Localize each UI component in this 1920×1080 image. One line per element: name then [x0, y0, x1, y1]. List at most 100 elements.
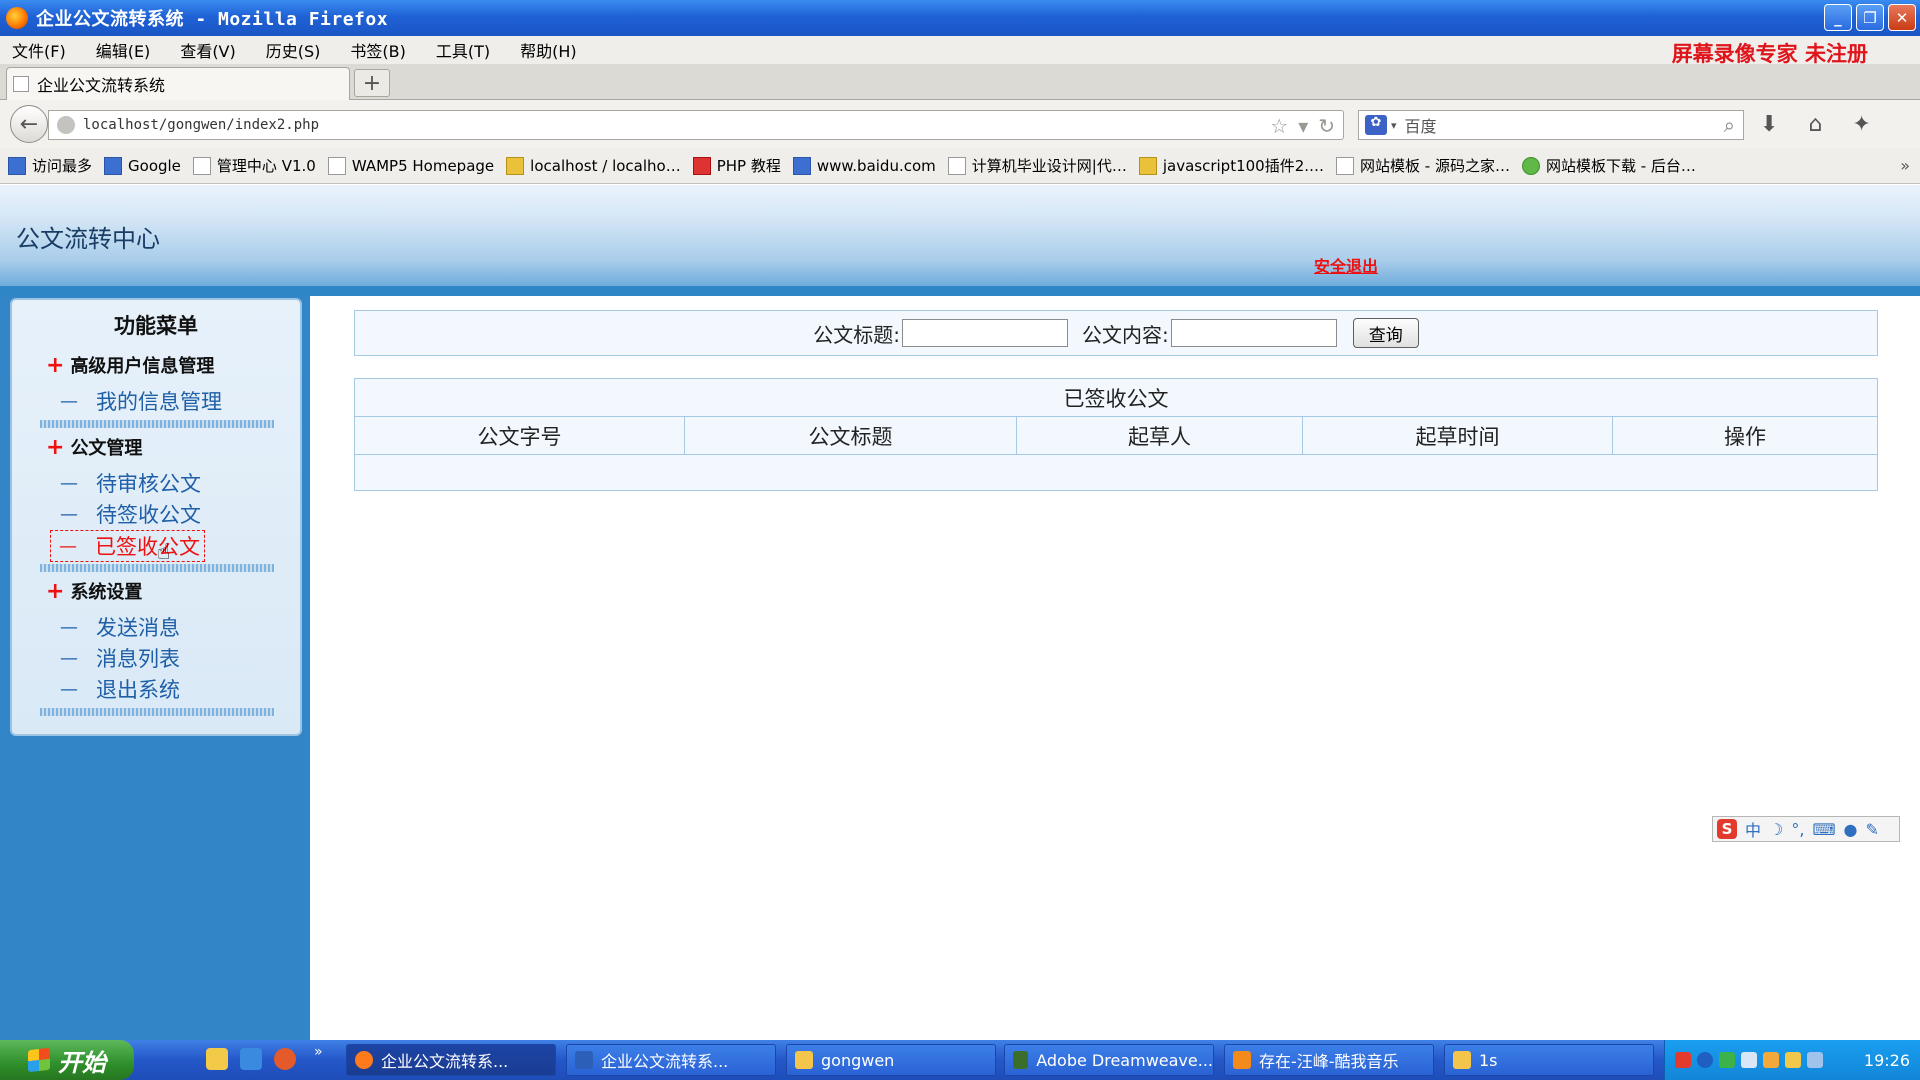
wrench-icon[interactable]: ✎	[1866, 820, 1879, 839]
url-actions: ☆ ▾ ↻	[1270, 114, 1335, 138]
plus-icon: +	[46, 579, 65, 604]
column-draft-time: 起草时间	[1302, 416, 1613, 455]
sogou-icon[interactable]: S	[1717, 819, 1737, 839]
table-empty-row	[355, 455, 1878, 491]
url-bar[interactable]: localhost/gongwen/index2.php ☆ ▾ ↻	[48, 110, 1344, 140]
logout-link[interactable]: 安全退出	[1314, 253, 1378, 277]
page-title: 公文流转中心	[16, 225, 160, 253]
volume-icon[interactable]	[1807, 1052, 1823, 1068]
new-tab-button[interactable]: +	[354, 69, 390, 97]
restore-button[interactable]: ❐	[1856, 4, 1884, 31]
task-dreamweaver[interactable]: Adobe Dreamweave...	[1004, 1044, 1214, 1076]
dropdown-icon[interactable]: ▾	[1298, 114, 1308, 138]
bookmark-javascript100[interactable]: javascript100插件2.…	[1138, 155, 1324, 176]
plus-icon: +	[46, 435, 65, 460]
bookmark-admin-center[interactable]: 管理中心 V1.0	[192, 155, 316, 176]
header-divider	[0, 286, 1920, 296]
column-actions: 操作	[1612, 416, 1878, 455]
keyboard-icon[interactable]: ⌨	[1812, 820, 1835, 839]
tab-active[interactable]: 企业公文流转系统	[6, 67, 350, 100]
windows-logo-icon	[28, 1047, 50, 1073]
display-icon[interactable]	[1741, 1052, 1757, 1068]
sidebar-item-pending-review[interactable]: — 待审核公文	[60, 468, 201, 498]
chevron-down-icon[interactable]: ▾	[1391, 119, 1397, 132]
sidebar-item-received[interactable]: — 已签收公文	[50, 530, 205, 562]
minimize-button[interactable]: _	[1824, 4, 1852, 31]
sidebar-item-exit[interactable]: — 退出系统	[60, 674, 180, 704]
baidu-icon	[792, 156, 811, 175]
sidebar-item-my-info[interactable]: — 我的信息管理	[60, 386, 222, 416]
start-button[interactable]: 开始	[0, 1040, 134, 1080]
network-icon[interactable]	[1719, 1052, 1735, 1068]
window-title: 企业公文流转系统 - Mozilla Firefox	[36, 9, 389, 30]
task-1s-folder[interactable]: 1s	[1444, 1044, 1654, 1076]
user-icon[interactable]	[1785, 1052, 1801, 1068]
bookmark-website-templates[interactable]: 网站模板 - 源码之家…	[1336, 155, 1510, 176]
chevron-right-icon[interactable]: »	[314, 1044, 323, 1060]
moon-icon[interactable]: ☽	[1769, 820, 1783, 839]
column-doc-title: 公文标题	[684, 416, 1017, 455]
table-header-row: 公文字号 公文标题 起草人 起草时间 操作	[354, 416, 1878, 455]
bookmark-graduation-design[interactable]: 计算机毕业设计网|代…	[947, 155, 1127, 176]
sidebar-divider	[40, 564, 274, 572]
chevron-right-icon[interactable]: »	[1900, 156, 1910, 175]
content-search-input[interactable]	[1170, 319, 1337, 347]
search-engine-name[interactable]: 百度	[1405, 113, 1437, 137]
bookmark-most-visited[interactable]: 访问最多	[8, 155, 92, 176]
menu-file[interactable]: 文件(F)	[12, 38, 66, 62]
reload-icon[interactable]: ↻	[1318, 114, 1335, 138]
quick-launch-add-icon[interactable]	[206, 1048, 228, 1070]
menu-tools[interactable]: 工具(T)	[436, 38, 490, 62]
ime-language[interactable]: 中	[1745, 817, 1761, 841]
sogou-icon[interactable]	[1675, 1052, 1691, 1068]
chevron-left-icon[interactable]	[1697, 1052, 1713, 1068]
addon-icon[interactable]: ✦	[1852, 112, 1870, 137]
quick-launch-desktop-icon[interactable]	[240, 1048, 262, 1070]
ime-toolbar: S 中 ☽ °, ⌨ ● ✎	[1712, 816, 1900, 842]
page-icon	[947, 156, 966, 175]
menu-edit[interactable]: 编辑(E)	[96, 38, 151, 62]
search-panel: 公文标题: 公文内容: 查询	[354, 310, 1878, 356]
star-icon[interactable]: ☆	[1270, 114, 1288, 138]
bookmark-baidu[interactable]: www.baidu.com	[792, 156, 936, 175]
sidebar-item-send-message[interactable]: — 发送消息	[60, 612, 180, 642]
bookmark-wamp5[interactable]: WAMP5 Homepage	[327, 156, 494, 175]
menu-bookmarks[interactable]: 书签(B)	[350, 38, 405, 62]
task-kuwo-music[interactable]: 存在-汪峰-酷我音乐	[1224, 1044, 1434, 1076]
title-search-input[interactable]	[902, 319, 1068, 347]
punctuation-icon[interactable]: °,	[1791, 820, 1804, 839]
task-word-document[interactable]: 企业公文流转系...	[566, 1044, 776, 1076]
nav-right-icons: ⬇ ⌂ ✦	[1760, 112, 1871, 137]
task-gongwen-folder[interactable]: gongwen	[786, 1044, 996, 1076]
sidebar-group-documents[interactable]: + 公文管理	[46, 434, 142, 460]
user-icon[interactable]: ●	[1844, 820, 1858, 839]
qq-icon[interactable]	[1763, 1052, 1779, 1068]
back-button[interactable]: ←	[10, 105, 48, 143]
home-icon[interactable]: ⌂	[1808, 112, 1822, 137]
sidebar-group-settings[interactable]: + 系统设置	[46, 578, 142, 604]
bookmark-template-download[interactable]: 网站模板下载 - 后台…	[1521, 155, 1696, 176]
firefox-icon	[355, 1051, 373, 1069]
bookmark-phpmyadmin[interactable]: localhost / localho…	[506, 156, 681, 175]
globe-icon	[57, 116, 75, 134]
query-button[interactable]: 查询	[1352, 318, 1419, 348]
arrow-left-icon: ←	[19, 111, 39, 137]
menu-bar: 文件(F) 编辑(E) 查看(V) 历史(S) 书签(B) 工具(T) 帮助(H…	[0, 36, 1920, 66]
menu-view[interactable]: 查看(V)	[180, 38, 235, 62]
url-text[interactable]: localhost/gongwen/index2.php	[83, 117, 319, 133]
bookmark-php-tutorial[interactable]: PHP 教程	[692, 155, 781, 176]
sidebar-item-pending-receipt[interactable]: — 待签收公文	[60, 499, 201, 529]
search-icon[interactable]: ⌕	[1724, 113, 1735, 137]
menu-history[interactable]: 历史(S)	[266, 38, 321, 62]
quick-launch-chrome-icon[interactable]	[274, 1048, 296, 1070]
baidu-icon[interactable]: ✿	[1365, 115, 1387, 135]
sidebar-item-message-list[interactable]: — 消息列表	[60, 643, 180, 673]
download-icon[interactable]: ⬇	[1760, 112, 1778, 137]
page-icon	[1336, 156, 1355, 175]
task-firefox[interactable]: 企业公文流转系...	[346, 1044, 556, 1076]
sidebar-group-user-info[interactable]: + 高级用户信息管理	[46, 352, 214, 378]
close-button[interactable]: ✕	[1888, 4, 1916, 31]
search-bar[interactable]: ✿ ▾ 百度 ⌕	[1358, 110, 1744, 140]
bookmark-google[interactable]: Google	[104, 156, 181, 175]
menu-help[interactable]: 帮助(H)	[520, 38, 577, 62]
